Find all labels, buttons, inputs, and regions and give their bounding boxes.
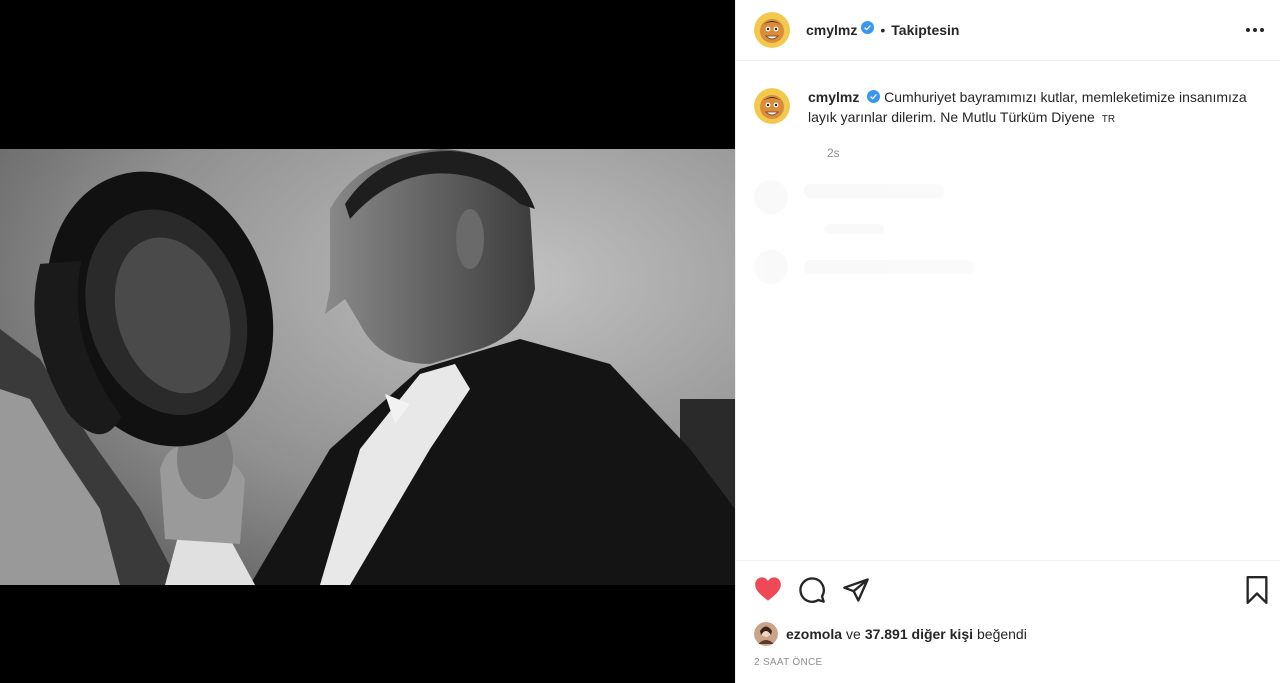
likes-connector: ve (846, 626, 861, 642)
bookmark-icon[interactable] (1244, 576, 1270, 609)
caption-flag: TR (1101, 113, 1116, 125)
portrait-illustration (0, 149, 735, 585)
heart-icon[interactable] (754, 576, 782, 607)
post-media (0, 0, 735, 683)
avatar-cartoon-icon (754, 88, 790, 124)
share-icon[interactable] (842, 576, 870, 609)
post-photo[interactable] (0, 149, 735, 585)
author-avatar[interactable] (754, 12, 790, 48)
liker-avatar[interactable] (754, 622, 778, 646)
faded-comments-area (754, 180, 1264, 310)
caption-author-avatar[interactable] (754, 88, 790, 124)
post-time-ago[interactable]: 2 SAAT ÖNCE (754, 657, 823, 668)
post-header: cmylmz • Takiptesin (736, 0, 1280, 61)
caption-timestamp[interactable]: 2s (827, 146, 840, 160)
likes-suffix: beğendi (977, 626, 1027, 642)
post-details-panel: cmylmz • Takiptesin cmylmz Cumhuriyet ba… (735, 0, 1280, 683)
likes-count[interactable]: 37.891 diğer kişi (865, 626, 973, 642)
liker-username[interactable]: ezomola (786, 626, 842, 642)
likes-summary: ezomola ve 37.891 diğer kişi beğendi (754, 622, 1031, 646)
follow-status-button[interactable]: Takiptesin (891, 22, 959, 38)
more-options-icon[interactable] (1246, 28, 1264, 32)
avatar-cartoon-icon (754, 12, 790, 48)
verified-icon (861, 21, 875, 39)
caption-username[interactable]: cmylmz (808, 89, 859, 105)
action-bar (736, 560, 1280, 620)
header-bullet: • (880, 22, 886, 38)
post-caption: cmylmz Cumhuriyet bayramımızı kutlar, me… (754, 88, 1264, 160)
comment-icon[interactable] (798, 576, 826, 609)
caption-body: cmylmz Cumhuriyet bayramımızı kutlar, me… (808, 88, 1248, 129)
verified-icon (867, 89, 881, 108)
author-username[interactable]: cmylmz (806, 22, 857, 38)
